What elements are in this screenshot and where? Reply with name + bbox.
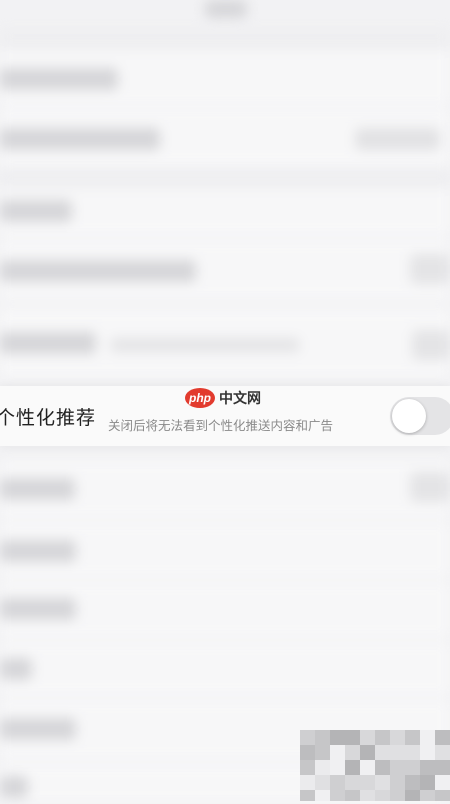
php-logo-icon: php — [185, 388, 215, 408]
mosaic-block — [330, 760, 345, 775]
mosaic-block — [315, 745, 330, 760]
mosaic-block — [420, 760, 435, 775]
mosaic-block — [315, 775, 330, 790]
mosaic-block — [345, 745, 360, 760]
mosaic-block — [345, 775, 360, 790]
mosaic-block — [300, 745, 315, 760]
mosaic-block — [405, 745, 420, 760]
settings-row — [0, 50, 450, 105]
mosaic-block — [435, 760, 450, 775]
mosaic-block — [360, 730, 375, 745]
mosaic-block — [405, 790, 420, 801]
mosaic-block — [375, 760, 390, 775]
mosaic-block — [435, 730, 450, 745]
mosaic-block — [345, 730, 360, 745]
mosaic-block — [405, 760, 420, 775]
mosaic-block — [420, 790, 435, 801]
mosaic-block — [300, 730, 315, 745]
mosaic-block — [420, 775, 435, 790]
mosaic-block — [360, 775, 375, 790]
mosaic-block — [345, 760, 360, 775]
mosaic-block — [405, 730, 420, 745]
toggle-knob — [392, 399, 426, 433]
mosaic-block — [390, 730, 405, 745]
pixelated-overlay — [300, 730, 450, 801]
mosaic-block — [420, 730, 435, 745]
settings-row — [0, 582, 450, 638]
mosaic-block — [375, 730, 390, 745]
watermark-text: 中文网 — [219, 391, 261, 407]
mosaic-block — [435, 745, 450, 760]
mosaic-block — [435, 790, 450, 801]
personalized-recommendation-title: 个性化推荐 — [0, 407, 97, 429]
mosaic-block — [330, 790, 345, 801]
mosaic-block — [360, 790, 375, 801]
mosaic-block — [390, 745, 405, 760]
site-watermark: php 中文网 — [185, 388, 261, 408]
header-title-blurred — [205, 0, 247, 18]
settings-row — [0, 108, 450, 166]
mosaic-block — [435, 775, 450, 790]
mosaic-block — [390, 760, 405, 775]
settings-row — [0, 460, 450, 518]
settings-row — [0, 308, 450, 378]
mosaic-block — [360, 745, 375, 760]
mosaic-block — [375, 790, 390, 801]
mosaic-block — [300, 790, 315, 801]
personalized-recommendation-description: 关闭后将无法看到个性化推送内容和广告 — [108, 418, 334, 433]
mosaic-block — [420, 745, 435, 760]
mosaic-block — [405, 775, 420, 790]
mosaic-block — [375, 775, 390, 790]
mosaic-block — [330, 730, 345, 745]
mosaic-block — [300, 775, 315, 790]
mosaic-block — [315, 760, 330, 775]
mosaic-block — [375, 745, 390, 760]
mosaic-block — [300, 760, 315, 775]
mosaic-block — [390, 790, 405, 801]
mosaic-block — [330, 745, 345, 760]
settings-row — [0, 240, 450, 300]
mosaic-block — [360, 760, 375, 775]
mosaic-block — [345, 790, 360, 801]
personalized-recommendation-toggle[interactable] — [390, 397, 450, 435]
mosaic-block — [315, 790, 330, 801]
settings-row — [0, 188, 450, 236]
mosaic-block — [330, 775, 345, 790]
mosaic-block — [390, 775, 405, 790]
mosaic-block — [315, 730, 330, 745]
settings-row — [0, 642, 450, 696]
settings-row — [0, 522, 450, 578]
